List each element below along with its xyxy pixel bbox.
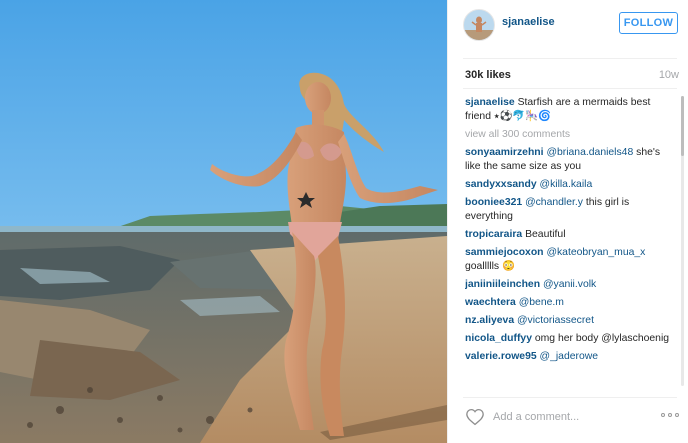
divider xyxy=(463,88,677,89)
add-comment-input[interactable]: Add a comment... xyxy=(493,411,579,423)
dot xyxy=(675,413,679,417)
comment-username[interactable]: sammiejocoxon xyxy=(465,247,544,258)
comment-item: tropicaraira Beautiful xyxy=(465,228,678,242)
comment-username[interactable]: sandyxxsandy xyxy=(465,179,537,190)
follow-button[interactable]: FOLLOW xyxy=(619,12,678,34)
post-header: sjanaelise FOLLOW xyxy=(448,0,688,48)
comment-mention[interactable]: @chandler.y xyxy=(525,197,583,208)
comment-username[interactable]: waechtera xyxy=(465,297,516,308)
comment-mention[interactable]: @kateobryan_mua_x xyxy=(546,247,645,258)
comments-list[interactable]: sjanaelise Starfish are a mermaids best … xyxy=(465,96,678,392)
view-all-comments-link[interactable]: view all 300 comments xyxy=(465,128,678,142)
comment-text: Beautiful xyxy=(525,229,566,240)
comment-username[interactable]: janiiniileinchen xyxy=(465,279,540,290)
instagram-post-view: sjanaelise FOLLOW 30k likes 10w sjanaeli… xyxy=(0,0,688,443)
comment-item: valerie.rowe95 @_jaderowe xyxy=(465,350,678,364)
likes-count[interactable]: 30k likes xyxy=(465,69,511,81)
comment-mention[interactable]: @bene.m xyxy=(519,297,564,308)
avatar[interactable] xyxy=(463,9,495,41)
post-age[interactable]: 10w xyxy=(659,69,679,81)
comment-mention[interactable]: @briana.daniels48 xyxy=(546,147,633,158)
beach-photo xyxy=(0,0,447,443)
dot xyxy=(668,413,672,417)
heart-icon-graphic xyxy=(466,408,484,426)
caption-username[interactable]: sjanaelise xyxy=(465,97,515,108)
comment-item: waechtera @bene.m xyxy=(465,296,678,310)
caption: sjanaelise Starfish are a mermaids best … xyxy=(465,96,678,124)
comment-username[interactable]: booniee321 xyxy=(465,197,522,208)
comment-item: sonyaamirzehni @briana.daniels48 she's l… xyxy=(465,146,678,174)
avatar-image xyxy=(464,10,494,40)
divider xyxy=(463,397,677,398)
comment-username[interactable]: nz.aliyeva xyxy=(465,315,514,326)
comment-mention[interactable]: @yanii.volk xyxy=(543,279,596,290)
comment-username[interactable]: sonyaamirzehni xyxy=(465,147,544,158)
heart-icon[interactable] xyxy=(465,408,485,426)
comment-item: nicola_duffyy omg her body @lylaschoenig xyxy=(465,332,678,346)
comment-item: janiiniileinchen @yanii.volk xyxy=(465,278,678,292)
comment-mention[interactable]: @_jaderowe xyxy=(540,351,599,362)
comment-text: omg her body @lylaschoenig xyxy=(534,333,670,344)
comment-username[interactable]: tropicaraira xyxy=(465,229,522,240)
comment-mention[interactable]: @victoriassecret xyxy=(517,315,594,326)
comment-item: sandyxxsandy @killa.kaila xyxy=(465,178,678,192)
post-author-username[interactable]: sjanaelise xyxy=(502,16,555,28)
dot xyxy=(661,413,665,417)
comment-item: sammiejocoxon @kateobryan_mua_x goalllll… xyxy=(465,246,678,274)
post-photo[interactable] xyxy=(0,0,447,443)
comment-username[interactable]: valerie.rowe95 xyxy=(465,351,537,362)
comment-text: goallllls 😳 xyxy=(465,261,515,272)
comments-scrollbar-thumb[interactable] xyxy=(681,96,684,156)
more-options-icon[interactable] xyxy=(661,413,681,419)
comment-username[interactable]: nicola_duffyy xyxy=(465,333,532,344)
divider xyxy=(463,58,677,59)
comment-mention[interactable]: @killa.kaila xyxy=(540,179,593,190)
post-details-panel: sjanaelise FOLLOW 30k likes 10w sjanaeli… xyxy=(447,0,688,443)
comment-item: nz.aliyeva @victoriassecret xyxy=(465,314,678,328)
comment-item: booniee321 @chandler.y this girl is ever… xyxy=(465,196,678,224)
